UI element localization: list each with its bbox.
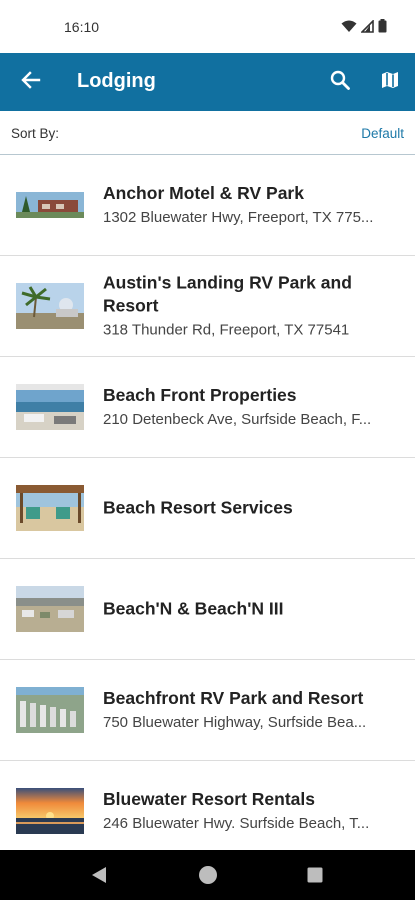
list-item[interactable]: Beachfront RV Park and Resort 750 Bluewa… — [0, 660, 415, 761]
page-title: Lodging — [77, 70, 156, 92]
search-button[interactable] — [325, 65, 355, 99]
listing-thumbnail — [16, 384, 84, 430]
listing-name: Anchor Motel & RV Park — [103, 183, 304, 203]
sort-label: Sort By: — [11, 126, 60, 141]
list-item[interactable]: Beach Front Properties 210 Detenbeck Ave… — [0, 357, 415, 458]
listing-text: Beach Resort Services — [103, 497, 401, 520]
status-time: 16:10 — [64, 19, 100, 35]
listing-thumbnail — [16, 586, 84, 632]
listing-name: Beach Resort Services — [103, 497, 293, 518]
listing-text: Anchor Motel & RV Park 1302 Bluewater Hw… — [103, 182, 401, 228]
listing-text: Bluewater Resort Rentals 246 Bluewater H… — [103, 788, 401, 834]
listing-name: Bluewater Resort Rentals — [103, 789, 316, 809]
listing-thumbnail — [16, 283, 84, 329]
lodging-list: Anchor Motel & RV Park 1302 Bluewater Hw… — [0, 155, 415, 862]
listing-address: 318 Thunder Rd, Freeport, TX 77541 — [103, 321, 350, 339]
nav-recents-icon[interactable] — [307, 867, 323, 888]
back-arrow-icon — [21, 70, 41, 95]
listing-text: Beach Front Properties 210 Detenbeck Ave… — [103, 384, 401, 430]
listing-name: Beachfront RV Park and Resort — [103, 688, 364, 708]
search-icon — [330, 70, 350, 95]
signal-icon — [360, 18, 374, 38]
sort-bar: Sort By: Default — [0, 111, 415, 155]
sort-dropdown[interactable]: Default — [361, 126, 404, 141]
listing-thumbnail — [16, 485, 84, 531]
app-bar: Lodging — [0, 53, 415, 111]
system-nav-bar — [0, 850, 415, 900]
listing-address: 750 Bluewater Highway, Surfside Bea... — [103, 714, 367, 731]
listing-address: 1302 Bluewater Hwy, Freeport, TX 775... — [103, 209, 374, 226]
list-item[interactable]: Bluewater Resort Rentals 246 Bluewater H… — [0, 761, 415, 862]
listing-address: 210 Detenbeck Ave, Surfside Beach, F... — [103, 411, 372, 428]
listing-thumbnail — [16, 687, 84, 733]
listing-address: 246 Bluewater Hwy. Surfside Beach, T... — [103, 815, 370, 832]
listing-text: Beachfront RV Park and Resort 750 Bluewa… — [103, 687, 401, 733]
list-item[interactable]: Beach'N & Beach'N III — [0, 559, 415, 660]
list-item[interactable]: Anchor Motel & RV Park 1302 Bluewater Hw… — [0, 155, 415, 256]
listing-thumbnail — [16, 788, 84, 834]
status-bar: 16:10 — [0, 0, 415, 53]
map-icon — [380, 70, 400, 95]
status-icons — [341, 18, 387, 38]
wifi-icon — [341, 20, 357, 38]
map-button[interactable] — [375, 65, 405, 99]
listing-name: Beach'N & Beach'N III — [103, 598, 284, 619]
listing-name: Austin's Landing RV Park and Resort — [103, 272, 352, 316]
battery-icon — [378, 19, 387, 38]
nav-back-icon[interactable] — [90, 865, 108, 890]
nav-home-icon[interactable] — [198, 865, 218, 890]
listing-text: Austin's Landing RV Park and Resort 318 … — [103, 272, 401, 341]
back-button[interactable] — [14, 65, 48, 99]
listing-thumbnail — [16, 182, 84, 228]
listing-name: Beach Front Properties — [103, 385, 297, 405]
list-item[interactable]: Austin's Landing RV Park and Resort 318 … — [0, 256, 415, 357]
listing-text: Beach'N & Beach'N III — [103, 598, 401, 621]
list-item[interactable]: Beach Resort Services — [0, 458, 415, 559]
